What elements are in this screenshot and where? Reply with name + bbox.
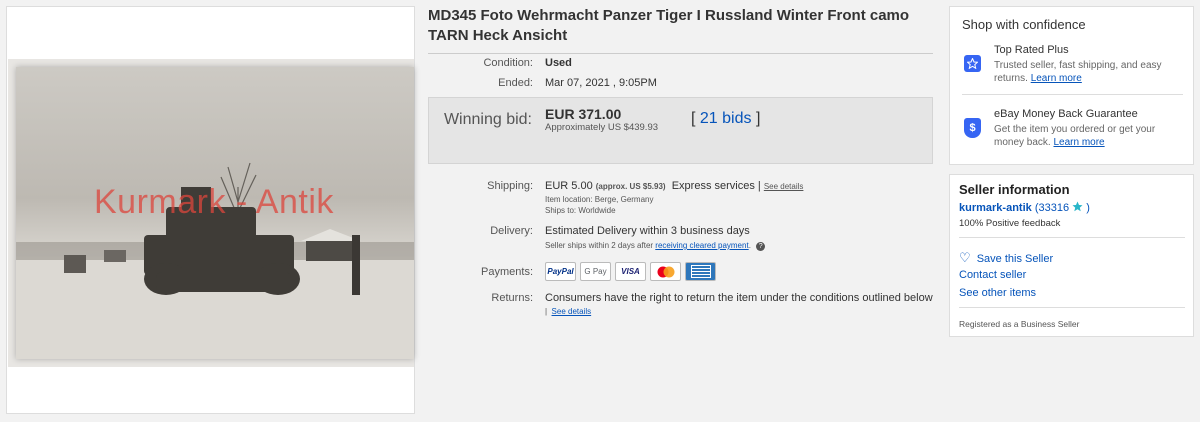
teal-star-icon xyxy=(1072,201,1083,212)
top-rated-learn-more-link[interactable]: Learn more xyxy=(1031,73,1082,84)
winning-bid-label: Winning bid: xyxy=(443,111,532,128)
payments-row: Payments: PayPal G Pay VISA xyxy=(428,262,933,284)
returns-value: Consumers have the right to return the i… xyxy=(545,292,933,304)
item-location: Item location: Berge, Germany xyxy=(545,195,654,204)
money-back-learn-more-link[interactable]: Learn more xyxy=(1053,137,1104,148)
payment-methods: PayPal G Pay VISA xyxy=(545,262,716,281)
shipping-see-details-link[interactable]: See details xyxy=(764,182,804,191)
visa-icon: VISA xyxy=(615,262,646,281)
condition-label: Condition: xyxy=(483,57,533,69)
bids-link[interactable]: 21 bids xyxy=(700,110,752,127)
returns-label: Returns: xyxy=(491,292,533,304)
shield-icon: $ xyxy=(964,118,981,138)
confidence-divider xyxy=(962,94,1183,95)
winning-bid-value: EUR 371.00 xyxy=(545,106,622,122)
google-pay-icon: G Pay xyxy=(580,262,611,281)
item-details: MD345 Foto Wehrmacht Panzer Tiger I Russ… xyxy=(428,6,934,316)
money-back-title: eBay Money Back Guarantee xyxy=(994,108,1138,120)
delivery-value: Estimated Delivery within 3 business day… xyxy=(545,225,750,237)
ended-value: Mar 07, 2021 , 9:05PM xyxy=(545,77,657,89)
returns-details: | See details xyxy=(545,307,592,316)
top-rated-block: Top Rated Plus Trusted seller, fast ship… xyxy=(994,44,1184,85)
confidence-heading: Shop with confidence xyxy=(962,17,1086,32)
positive-feedback: 100% Positive feedback xyxy=(959,218,1061,229)
registered-business-seller: Registered as a Business Seller xyxy=(959,319,1080,329)
returns-row: Returns: Consumers have the right to ret… xyxy=(428,292,933,322)
star-outline-icon xyxy=(967,58,978,69)
contact-seller-link[interactable]: Contact seller xyxy=(959,269,1026,281)
seller-info-heading: Seller information xyxy=(959,182,1070,197)
returns-see-details-link[interactable]: See details xyxy=(552,307,592,316)
seller-divider-1 xyxy=(959,237,1185,238)
cleared-payment-link[interactable]: receiving cleared payment xyxy=(655,241,748,250)
shipping-row: Shipping: EUR 5.00 (approx. US $5.93) Ex… xyxy=(428,180,933,220)
item-title: MD345 Foto Wehrmacht Panzer Tiger I Russ… xyxy=(428,7,910,44)
delivery-row: Delivery: Estimated Delivery within 3 bu… xyxy=(428,225,933,255)
item-photo[interactable]: Kurmark - Antik xyxy=(8,59,414,367)
shipping-cost: EUR 5.00 xyxy=(545,180,593,192)
condition-row: Condition: Used xyxy=(428,57,933,71)
mastercard-icon xyxy=(650,262,681,281)
see-other-items-link[interactable]: See other items xyxy=(959,287,1036,299)
heart-icon: ♡ xyxy=(959,250,971,265)
feedback-score[interactable]: (33316 xyxy=(1035,202,1069,214)
seller-divider-2 xyxy=(959,307,1185,308)
mastercard-circles xyxy=(657,266,674,277)
shipping-approx: (approx. US $5.93) xyxy=(595,182,666,191)
ended-label: Ended: xyxy=(498,77,533,89)
delivery-label: Delivery: xyxy=(490,225,533,237)
item-image-panel: Kurmark - Antik xyxy=(6,6,415,414)
shipping-value-line: EUR 5.00 (approx. US $5.93) Express serv… xyxy=(545,180,803,192)
amex-mark xyxy=(690,265,711,278)
approx-us-value: Approximately US $439.93 xyxy=(545,122,659,133)
save-seller-row[interactable]: ♡ Save this Seller xyxy=(959,250,1053,266)
help-icon[interactable]: ? xyxy=(756,242,766,251)
money-back-desc: Get the item you ordered or get your mon… xyxy=(994,124,1156,148)
title-divider xyxy=(428,53,933,54)
photo-print: Kurmark - Antik xyxy=(16,67,414,359)
seller-information-card: Seller information kurmark-antik (33316 … xyxy=(949,174,1194,337)
amex-icon xyxy=(685,262,716,281)
payments-label: Payments: xyxy=(481,266,533,278)
top-rated-title: Top Rated Plus xyxy=(994,44,1069,56)
paypal-icon: PayPal xyxy=(545,262,576,281)
seller-name-link[interactable]: kurmark-antik xyxy=(959,202,1032,214)
seller-name-line: kurmark-antik (33316 ) xyxy=(959,201,1090,214)
top-rated-desc: Trusted seller, fast shipping, and easy … xyxy=(994,60,1162,84)
shipping-label: Shipping: xyxy=(487,180,533,192)
shop-with-confidence-card: Shop with confidence Top Rated Plus Trus… xyxy=(949,6,1194,165)
delivery-note: Seller ships within 2 days after receivi… xyxy=(545,241,766,251)
top-rated-badge-icon xyxy=(964,55,981,72)
condition-value: Used xyxy=(545,57,572,69)
watermark-text: Kurmark - Antik xyxy=(94,183,334,221)
dollar-icon: $ xyxy=(969,122,976,134)
money-back-block: eBay Money Back Guarantee Get the item y… xyxy=(994,108,1184,149)
shipping-service: Express services | xyxy=(671,180,761,192)
bids-count: [ 21 bids ] xyxy=(691,110,761,127)
winning-bid-box: Winning bid: EUR 371.00 Approximately US… xyxy=(428,97,933,164)
ended-row: Ended: Mar 07, 2021 , 9:05PM xyxy=(428,77,933,91)
save-seller-link[interactable]: Save this Seller xyxy=(977,253,1053,265)
ships-to: Ships to: Worldwide xyxy=(545,206,616,215)
